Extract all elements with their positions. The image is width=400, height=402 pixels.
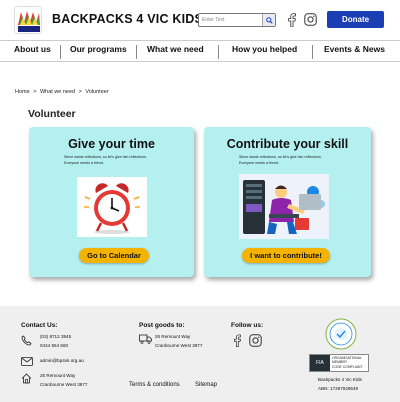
contribute-skill-card: Contribute your skill Steve wants reflec… [204, 127, 371, 277]
membership-seal-icon [325, 318, 357, 350]
abn-text: ABN: 17287929649 [318, 386, 359, 391]
nav-divider [312, 45, 313, 59]
give-time-card: Give your time Steve wants reflections, … [29, 127, 194, 277]
donate-button[interactable]: Donate [327, 11, 384, 28]
breadcrumb-separator: > [78, 89, 82, 95]
card-description: Steve wants reflections, so let's give h… [239, 155, 322, 165]
nav-what-we-need[interactable]: What we need [147, 44, 204, 54]
address-line-1: 26 Remount Way [40, 373, 76, 378]
site-logo[interactable] [14, 6, 42, 34]
sitemap-link[interactable]: Sitemap [195, 382, 217, 388]
email-link[interactable]: admin@bp4vk.org.au [40, 358, 84, 364]
contribute-button[interactable]: I want to contribute! [242, 248, 330, 263]
technician-illustration [239, 174, 329, 239]
page-title: Volunteer [28, 108, 76, 120]
card-title: Give your time [68, 137, 155, 151]
footer: Contact Us: (03) 8712 3945 0444 554 560 … [0, 306, 400, 402]
header: BACKPACKS 4 VIC KIDS Donate [0, 0, 400, 40]
search-button[interactable] [262, 14, 275, 26]
fia-badge: FIA ORGANISATIONAL MEMBER CODE COMPLIANT [309, 354, 369, 372]
terms-link[interactable]: Terms & conditions [129, 382, 180, 388]
breadcrumb-current: Volunteer [85, 89, 109, 95]
search-icon [265, 16, 273, 24]
nav-divider [136, 45, 137, 59]
email-icon [21, 357, 33, 366]
fia-text: ORGANISATIONAL MEMBER CODE COMPLIANT [332, 356, 363, 369]
go-to-calendar-button[interactable]: Go to Calendar [79, 248, 149, 263]
instagram-icon[interactable] [249, 334, 262, 347]
post-line-2: Cranbourne West 3977 [155, 343, 203, 348]
nav-events-news[interactable]: Events & News [324, 44, 385, 54]
facebook-icon[interactable] [233, 334, 241, 347]
search-box [198, 13, 276, 27]
breadcrumb-separator: > [33, 89, 37, 95]
card-title: Contribute your skill [226, 137, 349, 151]
address-line-2: Cranbourne West 3977 [40, 382, 88, 387]
nav-divider [60, 45, 61, 59]
org-name: Backpacks 4 Vic Kids [318, 377, 362, 382]
home-icon [21, 373, 32, 384]
post-line-1: 26 Remount Way [155, 334, 191, 339]
breadcrumb-what-we-need[interactable]: What we need [40, 89, 75, 95]
fia-logo: FIA [310, 355, 330, 371]
facebook-icon[interactable] [287, 13, 296, 27]
follow-heading: Follow us: [231, 322, 264, 329]
breadcrumb: Home > What we need > Volunteer [15, 89, 111, 95]
nav-how-you-helped[interactable]: How you helped [232, 44, 297, 54]
contact-heading: Contact Us: [21, 322, 58, 329]
card-description: Steve wants reflections, so let's give h… [64, 155, 147, 165]
instagram-icon[interactable] [304, 13, 317, 26]
nav-our-programs[interactable]: Our programs [70, 44, 127, 54]
nav-about-us[interactable]: About us [14, 44, 51, 54]
site-title[interactable]: BACKPACKS 4 VIC KIDS [52, 12, 203, 26]
main-nav: About us Our programs What we need How y… [0, 40, 400, 62]
breadcrumb-home[interactable]: Home [15, 89, 30, 95]
alarm-clock-icon [77, 177, 147, 237]
phone-number-1[interactable]: (03) 8712 3945 [40, 334, 71, 340]
search-input[interactable] [199, 14, 263, 26]
phone-number-2[interactable]: 0444 554 560 [40, 343, 68, 349]
post-goods-heading: Post goods to: [139, 322, 185, 329]
phone-icon [21, 335, 32, 346]
nav-divider [218, 45, 219, 59]
truck-icon [139, 334, 152, 344]
